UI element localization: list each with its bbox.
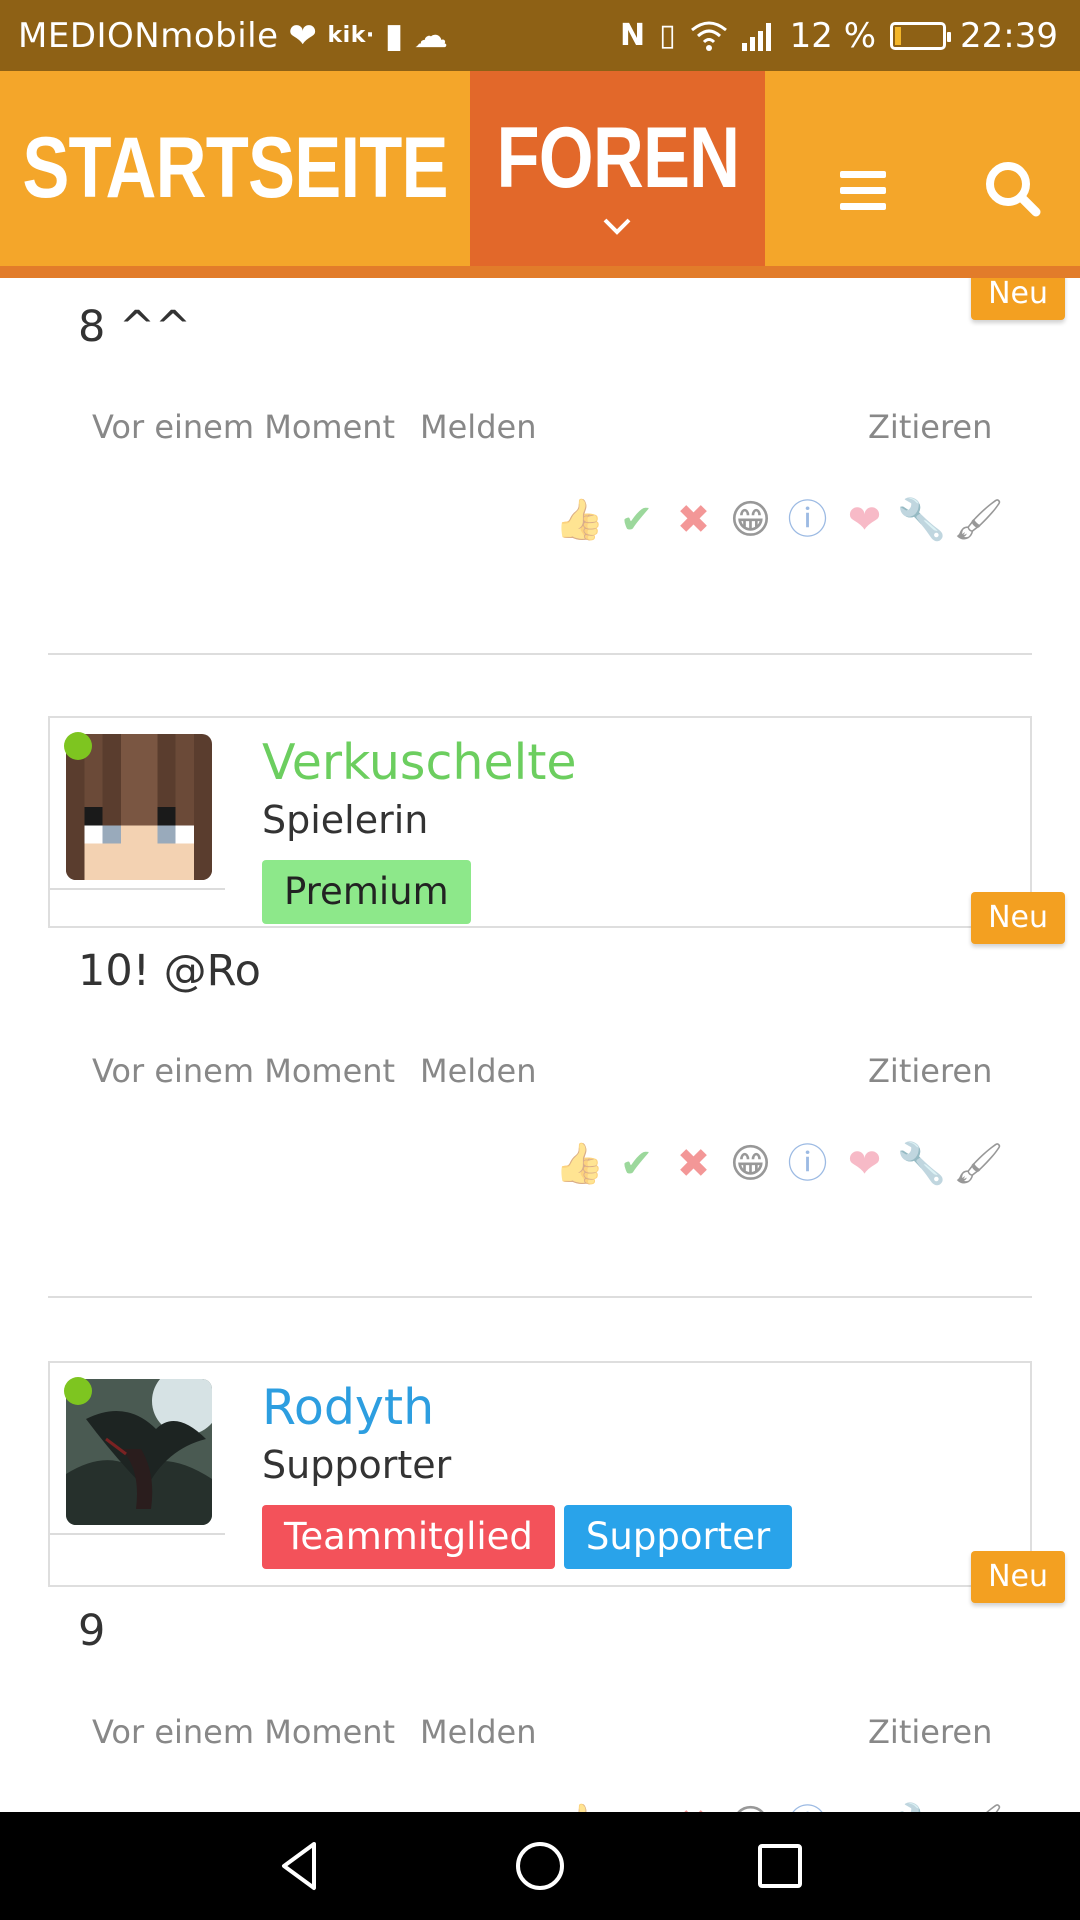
username[interactable]: Rodyth xyxy=(262,1379,434,1436)
user-badges: Teammitglied Supporter xyxy=(262,1505,793,1569)
cross-icon[interactable]: ✖ xyxy=(670,496,717,543)
android-navigation-bar xyxy=(0,1812,1080,1920)
online-indicator xyxy=(64,1377,92,1405)
new-badge: Neu xyxy=(971,892,1065,944)
chevron-down-icon xyxy=(603,218,631,235)
grin-icon[interactable]: 😁 xyxy=(727,1801,774,1813)
top-navigation: STARTSEITE FOREN xyxy=(0,71,1080,278)
heart-icon[interactable]: ❤ xyxy=(841,1801,888,1813)
carrier-label: MEDIONmobile xyxy=(18,15,279,56)
quote-link[interactable]: Zitieren xyxy=(868,408,992,446)
quote-link[interactable]: Zitieren xyxy=(868,1052,992,1090)
quote-link[interactable]: Zitieren xyxy=(868,1713,992,1751)
nfc-icon: N xyxy=(620,18,646,53)
post-time: Vor einem Moment xyxy=(92,408,396,446)
post-message: 8 ^^ xyxy=(78,302,192,352)
report-link[interactable]: Melden xyxy=(420,1052,536,1090)
nav-foren[interactable]: FOREN xyxy=(470,71,765,278)
search-icon[interactable] xyxy=(960,141,1070,241)
reaction-bar: 👍 ✔ ✖ 😁 ⓘ ❤ 🔧 🖌 xyxy=(555,1140,1004,1187)
home-icon[interactable] xyxy=(510,1836,570,1896)
badge-premium: Premium xyxy=(262,860,471,924)
heart-pulse-icon: ❤ xyxy=(288,15,318,56)
info-icon[interactable]: ⓘ xyxy=(784,1140,831,1187)
signal-percentage: 12 % xyxy=(789,15,877,56)
avatar-underline xyxy=(50,1533,225,1535)
post-divider xyxy=(48,1296,1032,1298)
forum-thread: Neu 8 ^^ Vor einem Moment Melden Zitiere… xyxy=(0,278,1080,1812)
avatar-underline xyxy=(50,888,225,890)
report-link[interactable]: Melden xyxy=(420,1713,536,1751)
brush-icon[interactable]: 🖌 xyxy=(953,1801,1004,1813)
user-role: Supporter xyxy=(262,1443,452,1487)
user-card: Rodyth Supporter Teammitglied Supporter xyxy=(48,1361,1032,1587)
cross-icon[interactable]: ✖ xyxy=(670,1801,717,1813)
nav-foren-label: FOREN xyxy=(496,110,741,206)
battery-saver-icon: ▮ xyxy=(384,15,404,56)
navbar-bottom-line xyxy=(0,266,1080,278)
kik-app-label: kik· xyxy=(327,23,375,48)
checkmark-icon[interactable]: ✔ xyxy=(613,1140,660,1187)
reaction-bar: 👍 ✔ ✖ 😁 ⓘ ❤ 🔧 🖌 xyxy=(555,496,1004,543)
post-message: 9 xyxy=(78,1606,106,1656)
recent-apps-icon[interactable] xyxy=(750,1836,810,1896)
nav-startseite[interactable]: STARTSEITE xyxy=(22,71,448,266)
wifi-icon xyxy=(690,21,727,51)
wrench-icon[interactable]: 🔧 xyxy=(897,1140,947,1187)
wrench-icon[interactable]: 🔧 xyxy=(897,1801,947,1813)
user-card: Verkuschelte Spielerin Premium xyxy=(48,716,1032,928)
post-divider xyxy=(48,653,1032,655)
post-message: 10! @Ro xyxy=(78,946,261,996)
thumbs-up-icon[interactable]: 👍 xyxy=(555,496,605,543)
heart-icon[interactable]: ❤ xyxy=(841,1140,888,1187)
thumbs-up-icon[interactable]: 👍 xyxy=(555,1801,605,1813)
new-badge: Neu xyxy=(971,1551,1065,1603)
vibrate-icon: ▯ xyxy=(659,18,676,53)
cross-icon[interactable]: ✖ xyxy=(670,1140,717,1187)
checkmark-icon[interactable]: ✔ xyxy=(613,1801,660,1813)
back-icon[interactable] xyxy=(270,1836,330,1896)
info-icon[interactable]: ⓘ xyxy=(784,1801,831,1813)
clock: 22:39 xyxy=(960,15,1058,56)
badge-teammitglied: Teammitglied xyxy=(262,1505,555,1569)
online-indicator xyxy=(64,732,92,760)
grin-icon[interactable]: 😁 xyxy=(727,1140,774,1187)
user-role: Spielerin xyxy=(262,798,429,842)
grin-icon[interactable]: 😁 xyxy=(727,496,774,543)
thumbs-up-icon[interactable]: 👍 xyxy=(555,1140,605,1187)
user-badges: Premium xyxy=(262,860,471,924)
cloud-icon: ☁ xyxy=(413,15,449,56)
signal-icon xyxy=(741,22,771,51)
battery-icon xyxy=(890,21,952,50)
post-time: Vor einem Moment xyxy=(92,1052,396,1090)
checkmark-icon[interactable]: ✔ xyxy=(613,496,660,543)
username[interactable]: Verkuschelte xyxy=(262,734,577,791)
info-icon[interactable]: ⓘ xyxy=(784,496,831,543)
post-time: Vor einem Moment xyxy=(92,1713,396,1751)
status-bar: MEDIONmobile ❤ kik· ▮ ☁ N ▯ 12 % 22:39 xyxy=(0,0,1080,71)
brush-icon[interactable]: 🖌 xyxy=(953,1140,1004,1187)
hamburger-menu-icon[interactable] xyxy=(800,141,925,241)
new-badge: Neu xyxy=(971,278,1065,320)
heart-icon[interactable]: ❤ xyxy=(841,496,888,543)
brush-icon[interactable]: 🖌 xyxy=(953,496,1004,543)
wrench-icon[interactable]: 🔧 xyxy=(897,496,947,543)
report-link[interactable]: Melden xyxy=(420,408,536,446)
badge-supporter: Supporter xyxy=(563,1505,793,1569)
reaction-bar: 👍 ✔ ✖ 😁 ⓘ ❤ 🔧 🖌 xyxy=(555,1801,1004,1813)
